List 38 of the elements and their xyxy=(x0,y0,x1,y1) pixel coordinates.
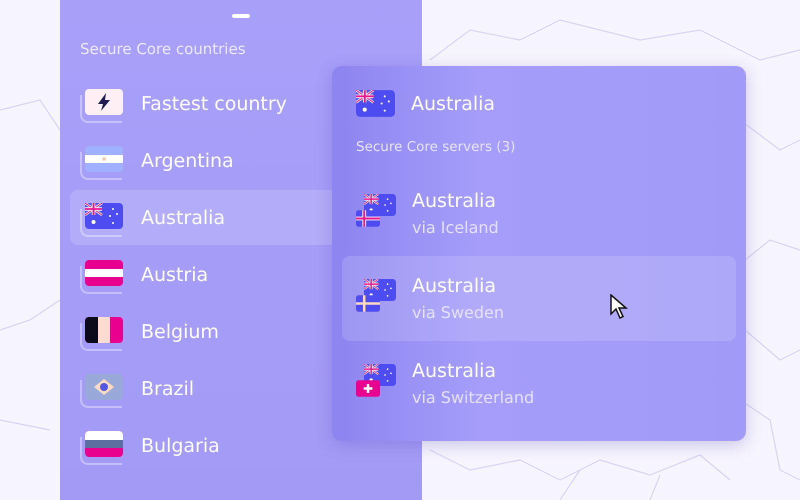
flag-icon xyxy=(85,146,123,172)
country-item[interactable]: Austria xyxy=(70,247,340,302)
flag-icon xyxy=(85,202,123,228)
server-item[interactable]: Australia via Sweden xyxy=(342,256,736,341)
cursor-icon xyxy=(610,294,630,320)
country-item[interactable]: Fastest country xyxy=(70,76,340,131)
flag-icon xyxy=(356,294,380,312)
server-name: Australia xyxy=(412,275,498,297)
flag-icon xyxy=(85,88,123,114)
flag-icon xyxy=(85,316,123,342)
country-item[interactable]: Brazil xyxy=(70,361,340,416)
country-item[interactable]: Argentina xyxy=(70,133,340,188)
server-route: via Sweden xyxy=(412,303,504,322)
country-name: Austria xyxy=(141,264,208,286)
server-item[interactable]: Australia via Iceland xyxy=(342,171,736,256)
server-route: via Switzerland xyxy=(412,388,534,407)
server-item[interactable]: Australia via Switzerland xyxy=(342,341,736,426)
country-name: Fastest country xyxy=(141,92,287,114)
country-title: Australia xyxy=(411,92,496,114)
flag-icon xyxy=(85,430,123,456)
flag-icon xyxy=(356,210,380,226)
flag-icon xyxy=(85,374,123,400)
country-name: Australia xyxy=(141,206,226,228)
flag-icon xyxy=(356,380,380,396)
server-name: Australia xyxy=(412,360,498,382)
section-title: Secure Core servers (3) xyxy=(356,139,516,155)
country-name: Brazil xyxy=(141,378,194,400)
country-item[interactable]: Belgium xyxy=(70,304,340,359)
section-title: Secure Core countries xyxy=(80,40,247,58)
country-item[interactable]: Bulgaria xyxy=(70,418,340,473)
flag-icon xyxy=(356,90,395,117)
country-name: Argentina xyxy=(141,150,234,172)
country-name: Belgium xyxy=(141,320,219,342)
server-name: Australia xyxy=(412,190,498,212)
server-route: via Iceland xyxy=(412,218,499,237)
drag-handle[interactable] xyxy=(232,14,250,18)
country-name: Bulgaria xyxy=(141,434,220,456)
flag-icon xyxy=(85,260,123,286)
